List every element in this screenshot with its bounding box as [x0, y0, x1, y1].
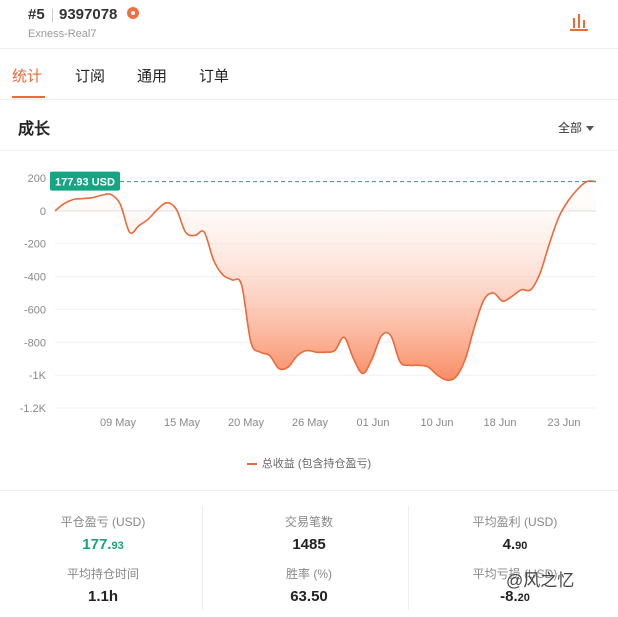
stat-value: 177.93 [82, 536, 124, 553]
chart-legend[interactable]: 总收益 (包含持仓盈亏) [0, 455, 618, 471]
current-value-label: 177.93 USD [55, 177, 115, 189]
y-tick-label: 0 [40, 206, 46, 218]
x-tick-label: 15 May [164, 417, 201, 429]
caret-down-icon [586, 126, 595, 132]
y-tick-label: -1K [29, 370, 47, 382]
watermark: @风之忆 [506, 571, 575, 590]
stat-avg-hold-time: 平均持仓时间 1.1h [0, 565, 206, 605]
tab-stats[interactable]: 统计 [12, 65, 42, 86]
header-separator [52, 9, 53, 22]
x-tick-label: 01 Jun [356, 417, 389, 429]
section-title: 成长 [18, 121, 51, 138]
stat-label: 平均持仓时间 [66, 567, 139, 581]
x-tick-label: 10 Jun [420, 417, 453, 429]
x-tick-label: 26 May [292, 417, 329, 429]
stat-value: 4.90 [502, 536, 528, 553]
stat-label: 胜率 (%) [286, 567, 332, 581]
tab-general[interactable]: 通用 [137, 65, 167, 86]
legend-line-icon [246, 463, 257, 466]
series-area [55, 181, 596, 381]
x-tick-label: 23 Jun [547, 417, 580, 429]
tab-subscribe[interactable]: 订阅 [75, 65, 105, 86]
tab-orders[interactable]: 订单 [199, 65, 229, 86]
stat-label: 平均盈利 (USD) [472, 515, 558, 529]
stat-win-rate: 胜率 (%) 63.50 [206, 565, 412, 605]
stat-value: 63.50 [290, 588, 328, 605]
y-tick-label: -600 [24, 304, 46, 316]
server-name: Exness-Real7 [28, 28, 97, 40]
legend-label: 总收益 (包含持仓盈亏) [261, 458, 372, 470]
stat-label: 平仓盈亏 (USD) [60, 515, 146, 529]
account-id: 9397078 [59, 6, 118, 23]
growth-section-header: 成长 全部 [0, 100, 618, 151]
stat-label: 交易笔数 [284, 515, 333, 529]
x-tick-label: 20 May [228, 417, 265, 429]
bar-chart-icon[interactable] [568, 12, 590, 32]
stat-avg-profit: 平均盈利 (USD) 4.90 [412, 513, 618, 553]
divider [0, 490, 618, 491]
x-tick-label: 09 May [100, 417, 137, 429]
rank-label: #5 [28, 6, 45, 23]
x-tick-label: 18 Jun [483, 417, 516, 429]
tab-bar: 统计 订阅 通用 订单 [0, 49, 618, 100]
active-tab-indicator [12, 96, 45, 98]
stat-value: 1485 [292, 536, 326, 553]
range-dropdown[interactable]: 全部 [558, 119, 595, 136]
y-tick-label: -400 [24, 272, 46, 284]
y-tick-label: 200 [28, 173, 46, 185]
y-tick-label: -800 [24, 337, 46, 349]
stat-trade-count: 交易笔数 1485 [206, 513, 412, 553]
stat-value: 1.1h [87, 588, 118, 605]
stat-closed-pnl: 平仓盈亏 (USD) 177.93 [0, 513, 206, 553]
y-tick-label: -1.2K [20, 403, 47, 415]
growth-chart: 200 0 -200 -400 -600 -800 -1K -1.2K 09 May 15 Ma… [20, 171, 597, 429]
range-value: 全部 [558, 121, 583, 135]
y-tick-label: -200 [24, 239, 46, 251]
header: #5 9397078 Exness-Real7 [0, 0, 618, 49]
fire-icon [127, 7, 139, 19]
